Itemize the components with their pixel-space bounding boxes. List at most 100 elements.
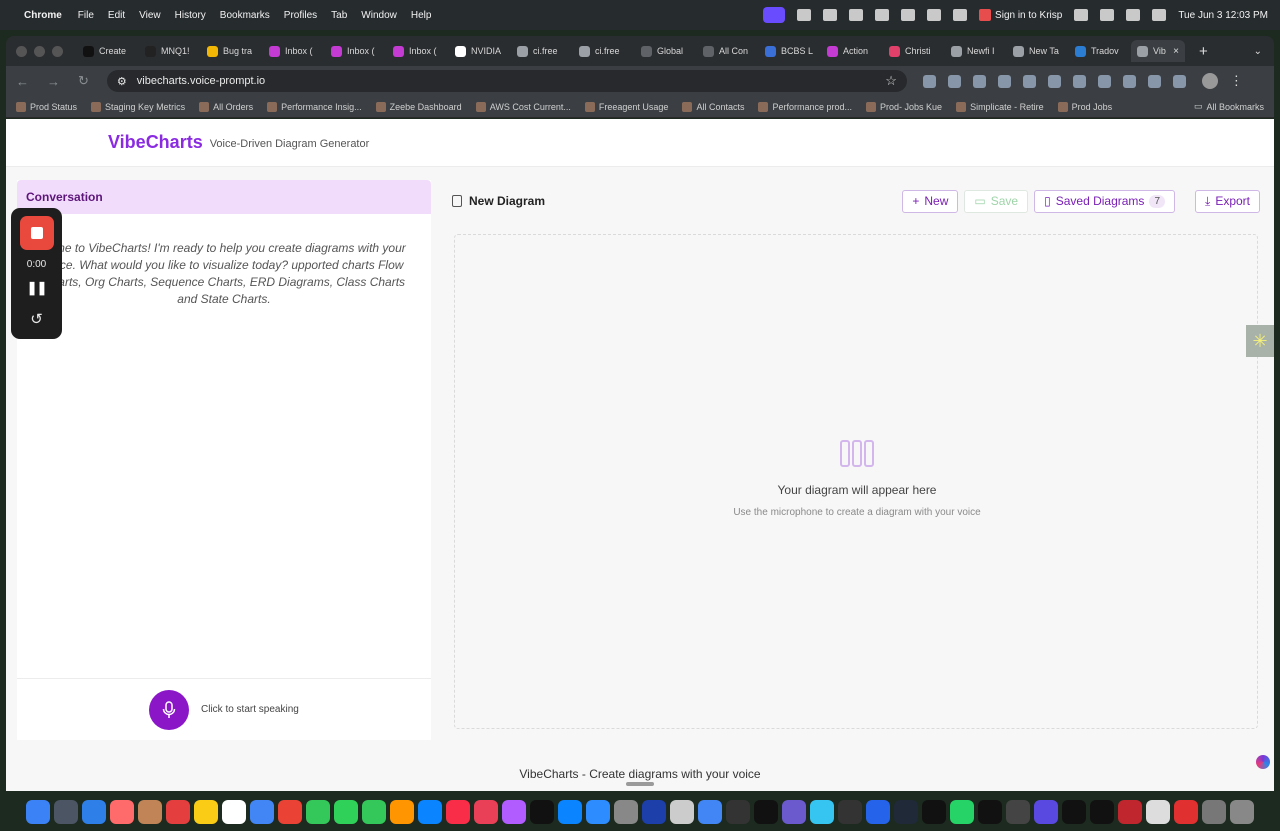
dock-app-icon[interactable]: [642, 800, 666, 824]
bookmark-star-icon[interactable]: ☆: [885, 73, 897, 89]
dock-app-icon[interactable]: [1118, 800, 1142, 824]
extension-icon[interactable]: [922, 74, 936, 88]
forward-arrow-icon[interactable]: →: [47, 74, 60, 89]
browser-tab[interactable]: NVIDIA: [449, 40, 511, 62]
tab-search-chevron-icon[interactable]: ⌄: [1254, 46, 1262, 57]
dock-app-icon[interactable]: [922, 800, 946, 824]
extension-icon[interactable]: [947, 74, 961, 88]
menu-edit[interactable]: Edit: [108, 10, 125, 21]
dock-app-icon[interactable]: [726, 800, 750, 824]
battery-icon[interactable]: [953, 9, 968, 21]
dock-app-icon[interactable]: [1174, 800, 1198, 824]
browser-tab[interactable]: ci.free: [573, 40, 635, 62]
zoom-window-icon[interactable]: [52, 45, 63, 57]
browser-tab[interactable]: New Ta: [1007, 40, 1069, 62]
status-app-icon[interactable]: [875, 9, 890, 21]
browser-tab[interactable]: MNQ1!: [139, 40, 201, 62]
browser-tab[interactable]: Bug tra: [201, 40, 263, 62]
menubar-app-name[interactable]: Chrome: [24, 10, 62, 21]
bookmark-item[interactable]: Performance prod...: [758, 101, 852, 112]
dock-handle[interactable]: [626, 782, 654, 786]
status-app-icon[interactable]: [823, 9, 838, 21]
site-settings-icon[interactable]: ⚙: [117, 75, 127, 88]
all-bookmarks-button[interactable]: ▭ All Bookmarks: [1194, 101, 1264, 112]
browser-tab[interactable]: Global: [635, 40, 697, 62]
screen-recorder-icon[interactable]: [763, 7, 786, 23]
dock-app-icon[interactable]: [978, 800, 1002, 824]
bookmark-item[interactable]: Performance Insig...: [267, 101, 362, 112]
dock-app-icon[interactable]: [418, 800, 442, 824]
dock-app-icon[interactable]: [754, 800, 778, 824]
dock-app-icon[interactable]: [586, 800, 610, 824]
dock-app-icon[interactable]: [530, 800, 554, 824]
dock-app-icon[interactable]: [82, 800, 106, 824]
stop-recording-button[interactable]: [19, 216, 54, 250]
close-window-icon[interactable]: [16, 45, 27, 57]
export-button[interactable]: ⤓ Export: [1195, 189, 1260, 213]
save-button[interactable]: ▭ Save: [964, 189, 1029, 213]
bookmark-item[interactable]: All Orders: [199, 101, 253, 112]
dock-app-icon[interactable]: [866, 800, 890, 824]
dock-app-icon[interactable]: [278, 800, 302, 824]
extension-icon[interactable]: [997, 74, 1011, 88]
browser-tab[interactable]: BCBS L: [759, 40, 821, 62]
dock-app-icon[interactable]: [614, 800, 638, 824]
microphone-button[interactable]: [149, 689, 189, 730]
dock-app-icon[interactable]: [138, 800, 162, 824]
bookmark-item[interactable]: Prod Status: [16, 101, 77, 112]
notion-status-icon[interactable]: [901, 9, 916, 21]
extension-icon[interactable]: [972, 74, 986, 88]
bookmark-item[interactable]: Prod Jobs: [1057, 101, 1112, 112]
dock-app-icon[interactable]: [110, 800, 134, 824]
bookmark-item[interactable]: Zeebe Dashboard: [375, 101, 462, 112]
extension-icon[interactable]: [1097, 74, 1111, 88]
dock-app-icon[interactable]: [1090, 800, 1114, 824]
profile-avatar[interactable]: [1201, 73, 1218, 89]
puzzle-extensions-icon[interactable]: [1172, 74, 1186, 88]
bookmark-item[interactable]: Simplicate - Retire: [956, 101, 1044, 112]
extension-icon[interactable]: [1047, 74, 1061, 88]
dock-app-icon[interactable]: [446, 800, 470, 824]
extension-icon[interactable]: [1147, 74, 1161, 88]
reload-icon[interactable]: ↻: [78, 73, 89, 89]
menu-profiles[interactable]: Profiles: [284, 10, 317, 21]
dock-app-icon[interactable]: [1062, 800, 1086, 824]
pause-recording-icon[interactable]: ❚❚: [27, 280, 48, 296]
browser-tab[interactable]: Inbox (: [387, 40, 449, 62]
kebab-menu-icon[interactable]: ⋮: [1230, 73, 1243, 89]
menu-view[interactable]: View: [139, 10, 161, 21]
browser-tab[interactable]: Action: [821, 40, 883, 62]
dock-app-icon[interactable]: [1230, 800, 1254, 824]
dock-app-icon[interactable]: [362, 800, 386, 824]
wifi-icon[interactable]: [1100, 9, 1115, 21]
side-widget-tab[interactable]: ✳: [1246, 325, 1274, 357]
dock-app-icon[interactable]: [222, 800, 246, 824]
dock-app-icon[interactable]: [390, 800, 414, 824]
dock-app-icon[interactable]: [334, 800, 358, 824]
saved-diagrams-button[interactable]: ▯ Saved Diagrams 7: [1034, 189, 1175, 213]
menu-tab[interactable]: Tab: [331, 10, 347, 21]
bookmark-item[interactable]: AWS Cost Current...: [475, 101, 571, 112]
dock-app-icon[interactable]: [838, 800, 862, 824]
menu-file[interactable]: File: [78, 10, 94, 21]
control-center-icon[interactable]: [1152, 9, 1167, 21]
extension-icon[interactable]: [1072, 74, 1086, 88]
extension-icon[interactable]: [1022, 74, 1036, 88]
dock-app-icon[interactable]: [194, 800, 218, 824]
bookmark-item[interactable]: Freeagent Usage: [584, 101, 668, 112]
status-app-icon[interactable]: [849, 9, 864, 21]
dock-app-icon[interactable]: [950, 800, 974, 824]
dock-app-icon[interactable]: [810, 800, 834, 824]
bookmark-item[interactable]: All Contacts: [682, 101, 744, 112]
browser-tab[interactable]: Inbox (: [263, 40, 325, 62]
back-arrow-icon[interactable]: ←: [16, 74, 29, 89]
dock-app-icon[interactable]: [474, 800, 498, 824]
menu-history[interactable]: History: [175, 10, 206, 21]
dock-app-icon[interactable]: [1034, 800, 1058, 824]
browser-tab[interactable]: Newfi I: [945, 40, 1007, 62]
bookmark-item[interactable]: Staging Key Metrics: [91, 101, 185, 112]
close-tab-icon[interactable]: ×: [1173, 46, 1179, 57]
krisp-signin[interactable]: Sign in to Krisp: [979, 9, 1062, 21]
restart-recording-icon[interactable]: ↺: [30, 310, 43, 328]
dock-app-icon[interactable]: [670, 800, 694, 824]
